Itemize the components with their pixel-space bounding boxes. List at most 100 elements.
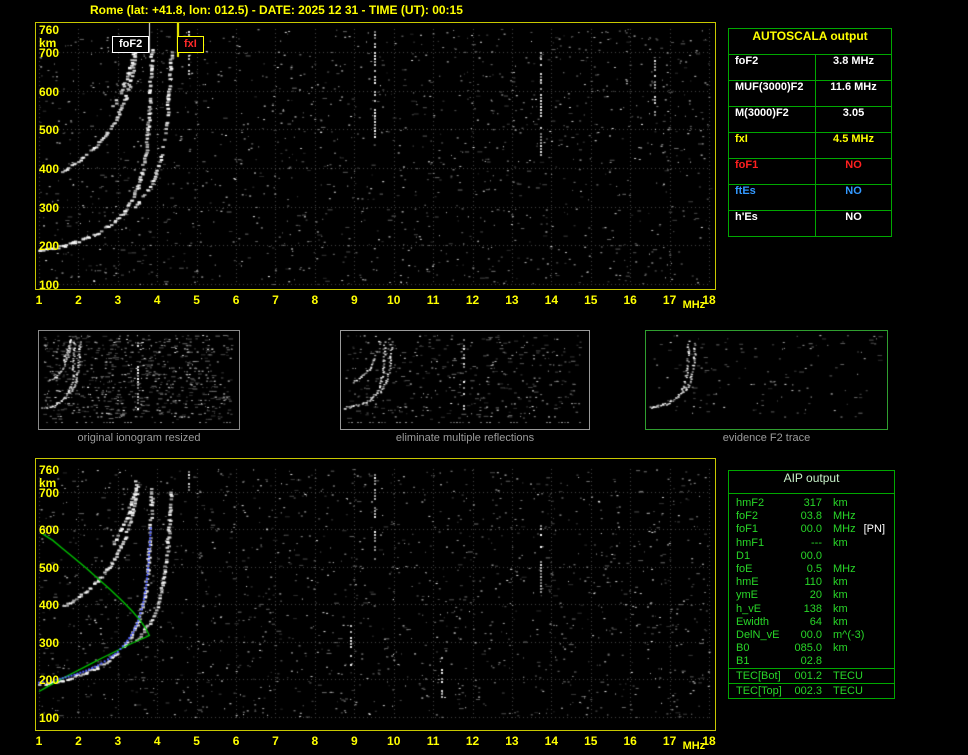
- aip-row-DelN_vE: DelN_vE 00.0 m^(-3): [729, 629, 894, 642]
- y-axis-tick-200: 200: [39, 673, 60, 688]
- x-axis-tick-16: 16: [623, 293, 637, 307]
- ionogram-plot-main: foF2 fxI: [35, 22, 716, 290]
- autoscala-row-h'Es: h'Es NO: [729, 211, 891, 236]
- aip-param-value: 00.0: [800, 549, 822, 562]
- x-axis-tick-5: 5: [193, 293, 200, 307]
- aip-table-rows: hmF2 317 km foF2 03.8 MHz foF1 00.0 MHz [PN] hmF1 -…: [729, 494, 894, 668]
- aip-row-hmF2: hmF2 317 km: [729, 497, 894, 510]
- aip-param-value: 317: [803, 497, 822, 509]
- y-axis-tick-600: 600: [39, 84, 60, 99]
- y-axis-tick-600: 600: [39, 523, 60, 538]
- x-axis-tick-15: 15: [584, 293, 598, 307]
- x-axis-unit: MHz: [682, 740, 706, 752]
- aip-row-TEC[Top]: TEC[Top] 002.3 TECU: [729, 683, 894, 698]
- aip-param-value: 00.0: [800, 628, 822, 641]
- autoscala-param-value: 11.6 MHz: [830, 81, 877, 93]
- autoscala-table-rows: foF2 3.8 MHz MUF(3000)F2 11.6 MHz M(3000)F2 3…: [729, 55, 891, 236]
- aip-param-unit: MHz: [833, 562, 856, 575]
- x-axis-tick-11: 11: [426, 734, 440, 748]
- x-axis-tick-5: 5: [193, 734, 200, 748]
- aip-param-unit: MHz: [833, 523, 856, 536]
- aip-param-value: 002.3: [794, 685, 822, 698]
- aip-row-ymE: ymE 20 km: [729, 589, 894, 602]
- y-axis-tick-300: 300: [39, 635, 60, 650]
- aip-param-unit: km: [833, 536, 848, 549]
- x-axis-tick-4: 4: [153, 734, 161, 748]
- aip-param-unit: TECU: [833, 670, 863, 683]
- aip-row-h_vE: h_vE 138 km: [729, 603, 894, 616]
- y-axis-tick-500: 500: [39, 560, 60, 575]
- x-axis-tick-14: 14: [544, 293, 559, 307]
- aip-row-hmF1: hmF1 --- km: [729, 537, 894, 550]
- autoscala-param-value: NO: [845, 211, 862, 223]
- aip-row-foF2: foF2 03.8 MHz: [729, 510, 894, 523]
- aip-param-unit: TECU: [833, 685, 863, 698]
- thumbnail-caption-eliminate-multiples: eliminate multiple reflections: [395, 432, 535, 444]
- aip-param-label: DelN_vE: [736, 628, 780, 641]
- x-axis-tick-9: 9: [350, 734, 358, 748]
- aip-param-label: foF1: [736, 523, 759, 536]
- autoscala-param-label: M(3000)F2: [729, 107, 816, 132]
- x-axis-tick-17: 17: [662, 293, 677, 307]
- y-axis-tick-100: 100: [39, 278, 60, 292]
- aip-param-label: B0: [736, 642, 750, 655]
- aip-row-foF1: foF1 00.0 MHz [PN]: [729, 523, 894, 536]
- thumbnail-caption-evidence-f2: evidence F2 trace: [722, 432, 811, 444]
- autoscala-row-M(3000)F2: M(3000)F2 3.05: [729, 107, 891, 133]
- fof2-marker-label: foF2: [112, 36, 150, 53]
- aip-param-label: ymE: [736, 589, 758, 602]
- aip-row-hmE: hmE 110 km: [729, 576, 894, 589]
- autoscala-row-MUF(3000)F2: MUF(3000)F2 11.6 MHz: [729, 81, 891, 107]
- aip-table-header: AIP output: [729, 471, 894, 494]
- aip-param-unit: km: [833, 589, 848, 602]
- thumbnail-eliminate-multiples: [340, 330, 590, 430]
- x-axis-tick-7: 7: [272, 293, 279, 307]
- fxi-marker-label: fxI: [177, 36, 204, 53]
- aip-param-unit: [822, 655, 833, 668]
- aip-param-value: 00.0: [800, 523, 822, 536]
- thumbnail-canvas-eliminate-multiples: [341, 331, 587, 427]
- aip-param-label: Ewidth: [736, 615, 770, 628]
- x-axis-tick-1: 1: [35, 734, 43, 748]
- x-axis-unit: MHz: [682, 299, 706, 311]
- thumbnail-canvas-evidence-f2: [646, 331, 885, 427]
- x-axis-tick-13: 13: [505, 293, 519, 307]
- aip-param-unit: MHz: [833, 510, 856, 523]
- aip-param-unit: km: [833, 615, 848, 628]
- autoscala-param-value: 3.8 MHz: [833, 55, 874, 67]
- x-axis-tick-13: 13: [505, 734, 519, 748]
- aip-param-value: 02.8: [800, 655, 822, 668]
- x-axis-tick-12: 12: [465, 734, 480, 748]
- aip-param-label: h_vE: [736, 602, 762, 615]
- x-axis-tick-11: 11: [426, 293, 440, 307]
- aip-param-value: 085.0: [794, 642, 822, 655]
- aip-row-B1: B1 02.8: [729, 655, 894, 668]
- autoscala-row-foF2: foF2 3.8 MHz: [729, 55, 891, 81]
- x-axis-tick-7: 7: [272, 734, 279, 748]
- y-axis-tick-700: 700: [39, 46, 60, 61]
- autoscala-row-ftEs: ftEs NO: [729, 185, 891, 211]
- aip-param-unit: km: [833, 576, 848, 589]
- autoscala-row-fxI: fxI 4.5 MHz: [729, 133, 891, 159]
- thumbnail-evidence-f2-trace: [645, 330, 888, 430]
- aip-param-unit: km: [833, 642, 848, 655]
- thumbnail-original-ionogram: [38, 330, 240, 430]
- aip-param-unit: km: [833, 602, 848, 615]
- autoscala-param-label: foF1: [729, 159, 816, 184]
- aip-row-Ewidth: Ewidth 64 km: [729, 616, 894, 629]
- y-axis-tick-400: 400: [39, 162, 60, 177]
- x-axis-tick-10: 10: [387, 293, 401, 307]
- autoscala-table-header: AUTOSCALA output: [729, 29, 891, 55]
- x-axis-tick-3: 3: [114, 734, 122, 748]
- x-axis-tick-8: 8: [311, 734, 319, 748]
- ionogram-plot-profile: [35, 458, 716, 731]
- aip-param-label: foE: [736, 562, 753, 575]
- y-axis-tick-500: 500: [39, 123, 60, 138]
- aip-param-value: ---: [811, 536, 822, 549]
- aip-param-label: D1: [736, 549, 751, 562]
- y-axis-tick-100: 100: [39, 711, 60, 725]
- autoscala-row-foF1: foF1 NO: [729, 159, 891, 185]
- aip-param-label: TEC[Bot]: [736, 670, 781, 683]
- aip-tec-rows: TEC[Bot] 001.2 TECU TEC[Top] 002.3 TECU: [729, 668, 894, 698]
- autoscala-param-value: NO: [845, 185, 862, 197]
